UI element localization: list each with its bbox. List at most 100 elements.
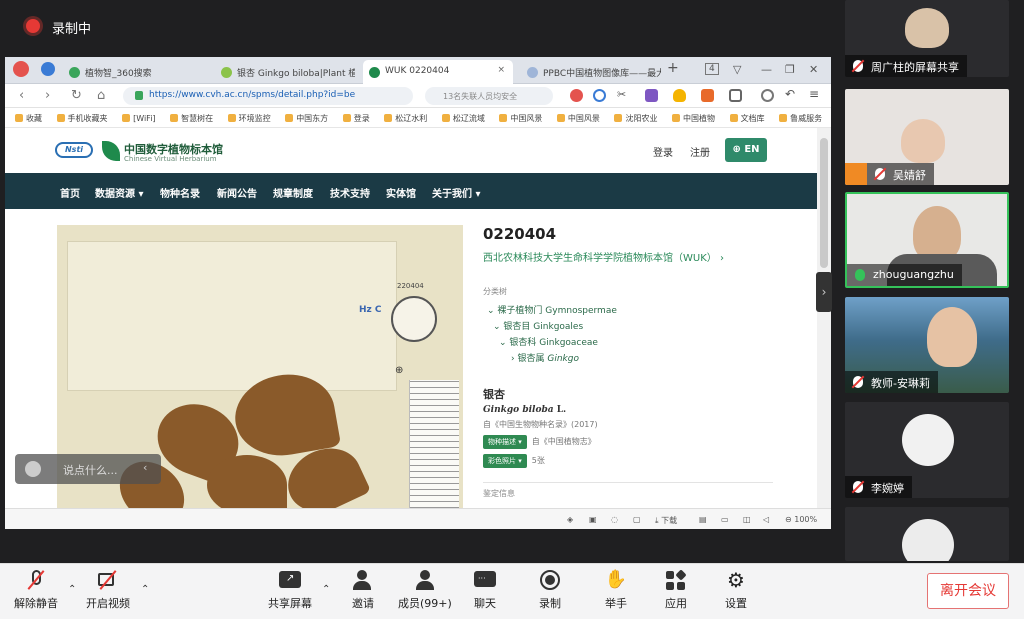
- bookmark-item[interactable]: 手机收藏夹: [56, 113, 108, 124]
- start-video-button[interactable]: 开启视频: [86, 570, 130, 611]
- scroll-thumb[interactable]: [820, 138, 828, 268]
- tab-count-badge[interactable]: 4: [705, 63, 719, 75]
- species-description-button[interactable]: 物种描述 ▾: [483, 435, 527, 449]
- minimize-icon[interactable]: —: [761, 63, 772, 76]
- translate-icon[interactable]: [645, 89, 658, 102]
- nav-physical[interactable]: 实体馆: [386, 185, 416, 200]
- taxon-order[interactable]: ⌄ 银杏目 Ginkgoales: [483, 319, 773, 332]
- bookmark-item[interactable]: 环境监控: [227, 113, 271, 124]
- leave-meeting-button[interactable]: 离开会议: [927, 573, 1009, 609]
- url-input[interactable]: https://www.cvh.ac.cn/spms/detail.php?id…: [123, 87, 413, 105]
- nav-home[interactable]: 首页: [60, 185, 80, 200]
- undo-icon[interactable]: ↶: [785, 87, 798, 101]
- taxon-phylum[interactable]: ⌄ 裸子植物门 Gymnospermae: [483, 303, 773, 316]
- language-button[interactable]: ⊕ EN: [725, 138, 767, 162]
- chat-bubble-icon[interactable]: ◌: [611, 515, 618, 524]
- invite-button[interactable]: 邀请: [351, 570, 375, 611]
- back-icon[interactable]: ‹: [19, 88, 24, 103]
- browser-search-input[interactable]: 13名失联人员均安全: [425, 87, 553, 105]
- page-scrollbar[interactable]: [817, 128, 831, 508]
- print-icon[interactable]: ▤: [699, 515, 707, 524]
- chevron-up-icon[interactable]: ⌃: [141, 584, 149, 595]
- register-link[interactable]: 注册: [690, 144, 710, 159]
- chevron-up-icon[interactable]: ⌃: [68, 584, 76, 595]
- record-indicator-icon: [26, 19, 40, 33]
- bookmark-item[interactable]: 中国植物: [672, 113, 715, 124]
- brightness-icon[interactable]: [761, 89, 774, 102]
- restore-icon[interactable]: ❐: [785, 63, 795, 76]
- bookmark-item[interactable]: 中国东方: [285, 113, 328, 124]
- chat-button[interactable]: ··· 聊天: [473, 570, 497, 611]
- bookmark-item[interactable]: 登录: [342, 113, 370, 124]
- nsti-logo[interactable]: Nsti: [55, 142, 93, 158]
- compass-icon[interactable]: [41, 62, 55, 76]
- institution-link[interactable]: 西北农林科技大学生命科学学院植物标本馆（WUK） ›: [483, 249, 773, 264]
- bookmark-item[interactable]: 智慧树在: [170, 113, 213, 124]
- close-window-icon[interactable]: ✕: [809, 63, 818, 76]
- bookmark-item[interactable]: 文档库: [729, 113, 765, 124]
- participant-tile-speaking[interactable]: zhouguangzhu: [845, 192, 1009, 288]
- bookmark-item[interactable]: 沈阳农业: [614, 113, 657, 124]
- participant-tile[interactable]: 周广柱的屏幕共享: [845, 0, 1009, 77]
- chat-input[interactable]: 说点什么... ‹: [15, 454, 161, 484]
- nav-rules[interactable]: 规章制度: [273, 185, 313, 200]
- collapse-chat-icon[interactable]: ‹: [143, 461, 147, 474]
- bookmark-item[interactable]: 鲁威服务: [779, 113, 822, 124]
- bookmark-item[interactable]: 收藏: [15, 113, 42, 124]
- color-photos-button[interactable]: 彩色照片 ▾: [483, 454, 527, 468]
- nav-support[interactable]: 技术支持: [330, 185, 370, 200]
- members-button[interactable]: 成员(99+): [398, 570, 452, 611]
- participant-tile[interactable]: 吴婧舒: [845, 89, 1009, 185]
- extension-icon[interactable]: [570, 89, 583, 102]
- participant-tile[interactable]: [845, 507, 1009, 561]
- login-link[interactable]: 登录: [653, 144, 673, 159]
- close-tab-icon[interactable]: ×: [497, 65, 505, 75]
- zoom-level[interactable]: ⊖ 100%: [785, 515, 817, 524]
- bookmark-item[interactable]: [WiFi]: [122, 114, 156, 123]
- nav-species-list[interactable]: 物种名录: [160, 185, 200, 200]
- unmute-button[interactable]: 解除静音: [14, 570, 58, 611]
- nav-about[interactable]: 关于我们 ▾: [432, 185, 481, 200]
- reload-icon[interactable]: ↻: [71, 88, 82, 103]
- magnifier-icon[interactable]: [593, 89, 606, 102]
- game-icon[interactable]: [701, 89, 714, 102]
- forward-icon[interactable]: ›: [45, 88, 50, 103]
- record-button[interactable]: 录制: [538, 570, 562, 611]
- tab-wuk[interactable]: WUK 0220404 ×: [363, 60, 513, 84]
- shirt-icon[interactable]: ▽: [733, 63, 741, 76]
- pip-icon[interactable]: ◫: [743, 515, 751, 524]
- speaker-icon[interactable]: ◁: [763, 515, 769, 524]
- emoji-icon[interactable]: [25, 461, 41, 477]
- bookmark-item[interactable]: 中国风景: [556, 113, 600, 124]
- participant-name: 李婉婷: [871, 482, 904, 495]
- taxon-genus[interactable]: › 银杏属 Ginkgo: [483, 351, 773, 364]
- download-status[interactable]: ⤓ 下载: [655, 515, 677, 526]
- nav-news[interactable]: 新闻公告: [217, 185, 257, 200]
- taxon-family[interactable]: ⌄ 银杏科 Ginkgoaceae: [483, 335, 773, 348]
- apps-button[interactable]: 应用: [664, 569, 688, 611]
- bookmark-item[interactable]: 中国风景: [499, 113, 542, 124]
- tab-ppbc[interactable]: PPBC中国植物图像库——最大: [521, 60, 661, 84]
- toggle-gallery-button[interactable]: ›: [816, 272, 832, 312]
- participant-tile[interactable]: 李婉婷: [845, 402, 1009, 498]
- bookmark-item[interactable]: 松辽流域: [441, 113, 485, 124]
- share-screen-button[interactable]: ↗ 共享屏幕: [268, 570, 312, 611]
- scissors-icon[interactable]: ✂: [617, 88, 630, 101]
- window-icon[interactable]: ▭: [721, 515, 729, 524]
- menu-icon[interactable]: ≡: [809, 87, 822, 101]
- home-icon[interactable]: ⌂: [97, 88, 105, 103]
- shield-status-icon[interactable]: ◈: [567, 515, 573, 524]
- screenshot-icon[interactable]: ▣: [589, 515, 597, 524]
- camera-icon[interactable]: ▢: [633, 515, 641, 524]
- raise-hand-button[interactable]: ✋ 举手: [604, 570, 628, 611]
- tab-ginkgo[interactable]: 银杏 Ginkgo biloba|Plant 植物: [215, 60, 355, 84]
- nav-data-resources[interactable]: 数据资源 ▾: [95, 185, 144, 200]
- shield-icon[interactable]: [673, 89, 686, 102]
- settings-button[interactable]: ⚙ 设置: [724, 570, 748, 611]
- chevron-up-icon[interactable]: ⌃: [322, 584, 330, 595]
- participant-tile[interactable]: 教师-安琳莉: [845, 297, 1009, 393]
- grid-icon[interactable]: [729, 89, 742, 102]
- new-tab-icon[interactable]: +: [667, 60, 679, 76]
- tab-search[interactable]: 植物智_360搜索: [63, 60, 203, 84]
- bookmark-item[interactable]: 松辽水利: [384, 113, 427, 124]
